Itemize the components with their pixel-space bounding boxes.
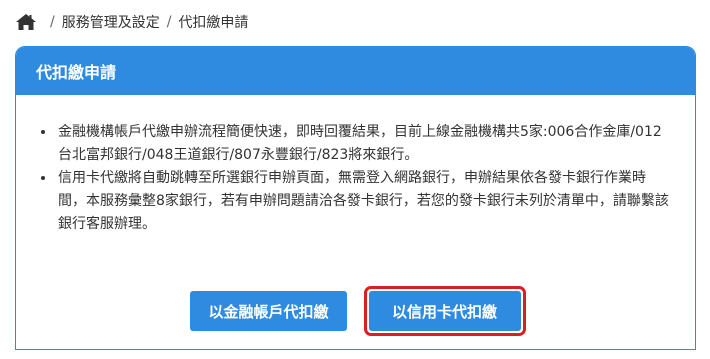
note-item-bank: 金融機構帳戶代繳申辦流程簡便快速，即時回覆結果，目前上線金融機構共5家:006合…: [56, 121, 673, 167]
bank-account-button-wrap: 以金融帳戶代扣繳: [190, 291, 347, 331]
panel-header: 代扣繳申請: [16, 47, 695, 95]
home-icon[interactable]: [15, 13, 37, 31]
action-buttons: 以金融帳戶代扣繳 以信用卡代扣繳: [16, 286, 695, 336]
credit-card-deduction-button[interactable]: 以信用卡代扣繳: [368, 291, 521, 331]
application-panel: 代扣繳申請 金融機構帳戶代繳申辦流程簡便快速，即時回覆結果，目前上線金融機構共5…: [15, 46, 696, 350]
panel-title: 代扣繳申請: [36, 63, 117, 82]
notes-list: 金融機構帳戶代繳申辦流程簡便快速，即時回覆結果，目前上線金融機構共5家:006合…: [38, 121, 673, 236]
credit-card-button-highlight: 以信用卡代扣繳: [363, 286, 526, 336]
breadcrumb-separator: /: [50, 14, 55, 30]
panel-body: 金融機構帳戶代繳申辦流程簡便快速，即時回覆結果，目前上線金融機構共5家:006合…: [16, 95, 695, 236]
note-item-credit-card: 信用卡代繳將自動跳轉至所選銀行申辦頁面，無需登入網路銀行，申辦結果依各發卡銀行作…: [56, 167, 673, 236]
breadcrumb-item-current: 代扣繳申請: [178, 15, 249, 31]
breadcrumb-item-service-settings[interactable]: 服務管理及設定: [62, 12, 160, 32]
breadcrumb: / 服務管理及設定 / 代扣繳申請: [15, 10, 248, 34]
bank-account-deduction-button[interactable]: 以金融帳戶代扣繳: [190, 291, 347, 331]
breadcrumb-separator: /: [166, 14, 172, 30]
